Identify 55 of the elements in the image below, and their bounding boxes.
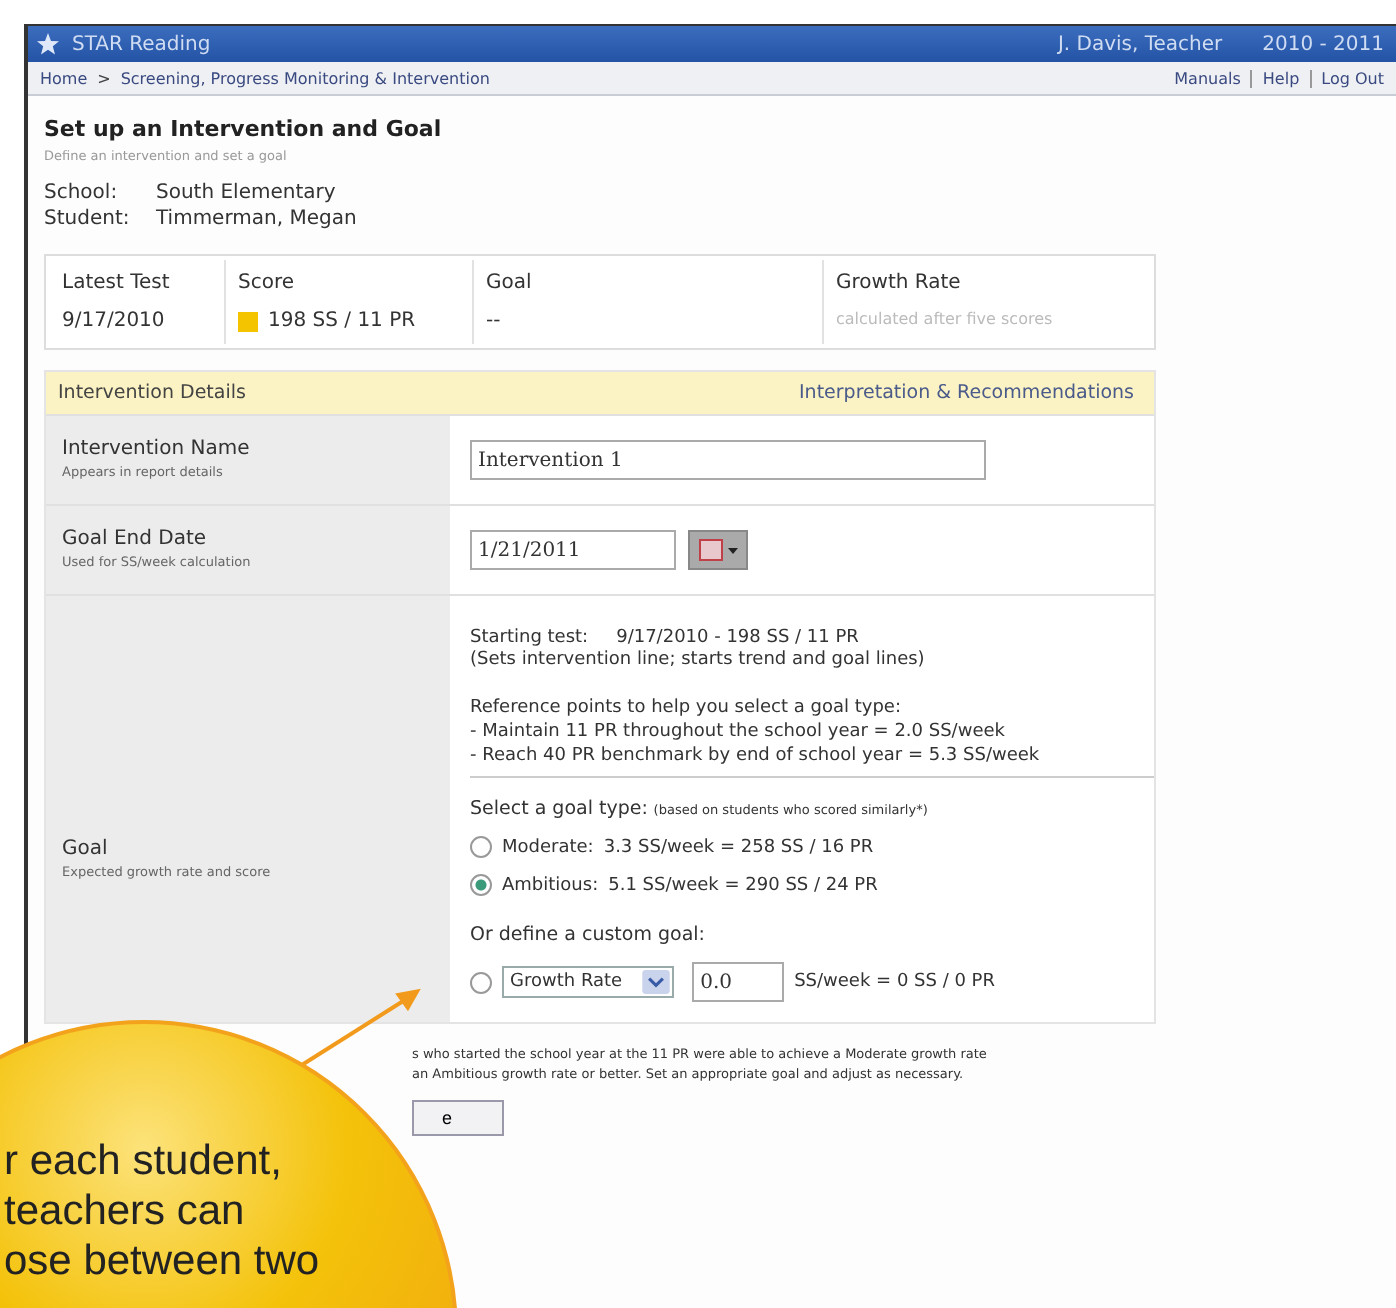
calendar-icon bbox=[696, 536, 740, 564]
reference-point: - Reach 40 PR benchmark by end of school year = 5.3 SS/week bbox=[470, 744, 1042, 768]
option-label: Moderate: bbox=[502, 837, 594, 857]
radio-button[interactable] bbox=[470, 836, 492, 858]
school-label: School: bbox=[44, 182, 120, 204]
school-name: South Elementary bbox=[156, 182, 338, 204]
field-label: Intervention Name bbox=[62, 438, 252, 460]
student-label: Student: bbox=[44, 208, 132, 230]
table-cell: 9/17/2010 bbox=[62, 310, 165, 332]
field-label: Goal bbox=[62, 837, 110, 859]
breadcrumb-link[interactable]: Screening, Progress Monitoring & Intervention bbox=[120, 69, 490, 87]
student-name: Timmerman, Megan bbox=[156, 208, 359, 230]
breadcrumb-link[interactable]: Home bbox=[40, 69, 88, 87]
callout-text: teachers can bbox=[4, 1186, 247, 1236]
breadcrumb-separator: > bbox=[97, 69, 111, 87]
radio-button[interactable] bbox=[470, 971, 492, 993]
goal-type-heading: Select a goal type: bbox=[470, 798, 648, 820]
section-title: Intervention Details bbox=[58, 382, 246, 404]
custom-goal-result: SS/week = 0 SS / 0 PR bbox=[794, 972, 995, 992]
header-link[interactable]: Help bbox=[1262, 69, 1300, 87]
page-title: Set up an Intervention and Goal bbox=[44, 116, 444, 142]
starting-test-label: Starting test: bbox=[470, 628, 589, 648]
save-button[interactable]: e bbox=[412, 1100, 504, 1136]
table-cell: calculated after five scores bbox=[836, 310, 1053, 328]
date-input[interactable]: 1/21/2011 bbox=[470, 530, 676, 570]
table-cell: -- bbox=[486, 310, 501, 332]
radio-button[interactable] bbox=[470, 874, 492, 896]
reference-title: Reference points to help you select a goal type: bbox=[470, 696, 904, 720]
goal-type-dropdown[interactable]: Growth Rate bbox=[502, 966, 675, 998]
option-label: Ambitious: bbox=[502, 875, 599, 895]
callout-text: ose between two bbox=[4, 1236, 320, 1286]
name-input[interactable]: Intervention 1 bbox=[470, 440, 986, 480]
option-value: 3.3 SS/week = 258 SS / 16 PR bbox=[603, 837, 874, 857]
school-year: 2010 - 2011 bbox=[1262, 33, 1384, 55]
calendar-button[interactable] bbox=[688, 530, 748, 570]
recommendations-link[interactable]: Interpretation & Recommendations bbox=[799, 382, 1134, 404]
column-heading: Latest Test bbox=[62, 272, 172, 294]
growth-rate-input[interactable]: 0.0 bbox=[692, 962, 785, 1002]
starting-test-note: (Sets intervention line; starts trend and goal lines) bbox=[470, 648, 925, 672]
header-link[interactable]: Manuals bbox=[1174, 69, 1241, 87]
user-name: J. Davis, Teacher bbox=[1057, 33, 1223, 55]
column-heading: Growth Rate bbox=[836, 272, 963, 294]
reference-point: - Maintain 11 PR throughout the school year = 2.0 SS/week bbox=[470, 720, 1007, 744]
column-heading: Score bbox=[238, 272, 297, 294]
table-cell: 198 SS / 11 PR bbox=[268, 310, 416, 332]
field-label: Goal End Date bbox=[62, 528, 209, 550]
header-link[interactable]: Log Out bbox=[1321, 69, 1384, 87]
star-icon bbox=[36, 32, 60, 56]
column-heading: Goal bbox=[486, 272, 534, 294]
chevron-down-icon bbox=[642, 970, 671, 994]
callout-text: r each student, bbox=[4, 1136, 284, 1186]
app-name: STAR Reading bbox=[72, 33, 211, 55]
starting-test-value: 9/17/2010 - 198 SS / 11 PR bbox=[616, 628, 859, 648]
option-value: 5.1 SS/week = 290 SS / 24 PR bbox=[608, 875, 878, 895]
custom-goal-heading: Or define a custom goal: bbox=[470, 924, 705, 946]
